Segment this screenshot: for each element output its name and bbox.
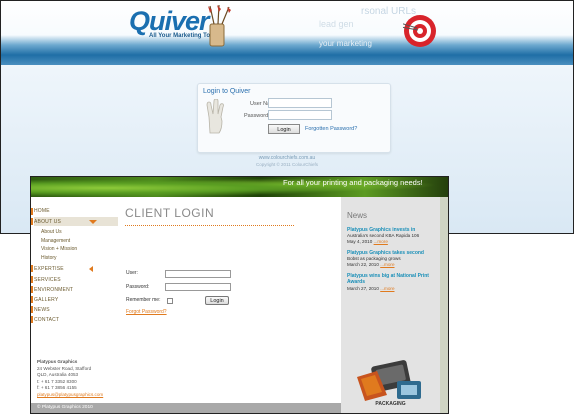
password-input[interactable] [165, 283, 231, 291]
address-email-link[interactable]: platypus@platypusgraphics.com [37, 392, 103, 399]
address-street: 24 Webster Road, Stafford [37, 365, 92, 371]
right-edge-stripe [440, 197, 448, 413]
quiver-banner [1, 1, 573, 65]
news-panel: News Platypus Graphics invests in Austra… [341, 197, 440, 413]
news-date: March 22, 2010 [347, 262, 379, 267]
password-label: Password: [126, 284, 150, 290]
login-title: Login to Quiver [203, 88, 251, 95]
packaging-label: PACKAGING [375, 401, 406, 407]
address-phone: t: + 61 7 3352 8300 [37, 378, 77, 384]
nav-item-services[interactable]: SERVICES [34, 277, 61, 283]
chevron-left-icon[interactable] [89, 266, 93, 272]
footer-url[interactable]: www.colourchiefs.com.au [1, 155, 573, 161]
nav-subitem-management[interactable]: Management [41, 238, 70, 244]
quiver-login-card: Login to Quiver User Name Password Login… [197, 83, 391, 153]
username-input[interactable] [268, 98, 332, 108]
platypus-footer: © Platypus Graphics 2010 [31, 403, 342, 413]
news-more-link[interactable]: ...more [374, 239, 388, 244]
packaging-image [357, 360, 421, 401]
banner-word: lead gen [319, 19, 354, 29]
target-icon [403, 15, 436, 47]
login-button[interactable]: Login [268, 124, 300, 134]
nav-item-about[interactable]: ABOUT US [34, 219, 61, 225]
arrows-icon [208, 4, 231, 47]
password-label: Password [244, 113, 269, 119]
page-title: CLIENT LOGIN [125, 206, 215, 220]
news-meta: May 4, 2010 ...more [347, 239, 439, 245]
chevron-down-icon[interactable] [89, 220, 97, 224]
address-fax: f: + 61 7 3856 4155 [37, 385, 77, 391]
company-name: Platypus Graphics [37, 359, 78, 364]
nav-item-news[interactable]: NEWS [34, 307, 50, 313]
nav-item-contact[interactable]: CONTACT [34, 317, 59, 323]
news-title[interactable]: Platypus wins big at National Print Awar… [347, 273, 435, 285]
nav-subitem-history[interactable]: History [41, 255, 57, 261]
forgot-password-link[interactable]: Forgot Password? [126, 309, 167, 315]
nav-subitem-about-us[interactable]: About Us [41, 229, 62, 235]
header-tagline: For all your printing and packaging need… [283, 178, 423, 187]
login-button[interactable]: Login [205, 296, 229, 305]
address-city: QLD, Australia 4053 [37, 372, 79, 378]
news-heading: News [347, 211, 368, 220]
banner-word: your marketing [319, 39, 372, 48]
nav-item-home[interactable]: HOME [34, 208, 50, 214]
news-date: March 27, 2010 [347, 286, 379, 291]
news-date: May 4, 2010 [347, 239, 373, 244]
password-input[interactable] [268, 110, 332, 120]
hand-icon [206, 99, 224, 134]
news-more-link[interactable]: ...more [380, 262, 394, 267]
remember-me-checkbox[interactable] [167, 298, 173, 304]
news-meta: March 22, 2010 ...more [347, 262, 439, 268]
remember-me-label: Remember me: [126, 297, 161, 303]
title-divider [125, 225, 294, 226]
nav-item-environment[interactable]: ENVIRONMENT [34, 287, 73, 293]
company-address: Platypus Graphics 24 Webster Road, Staff… [37, 359, 103, 399]
footer-copyright: Copyright © 2011 ColourChiefs [255, 162, 318, 167]
platypus-login-screenshot: For all your printing and packaging need… [30, 176, 449, 414]
nav-subitem-vision-mission[interactable]: Vision + Mission [41, 246, 77, 252]
news-more-link[interactable]: ...more [380, 286, 394, 291]
user-input[interactable] [165, 270, 231, 278]
nav-item-expertise[interactable]: EXPERTISE [34, 266, 64, 272]
forgotten-password-link[interactable]: Forgotten Password? [305, 126, 357, 132]
nav-item-gallery[interactable]: GALLERY [34, 297, 58, 303]
news-meta: March 27, 2010 ...more [347, 286, 439, 292]
user-label: User: [126, 270, 138, 276]
